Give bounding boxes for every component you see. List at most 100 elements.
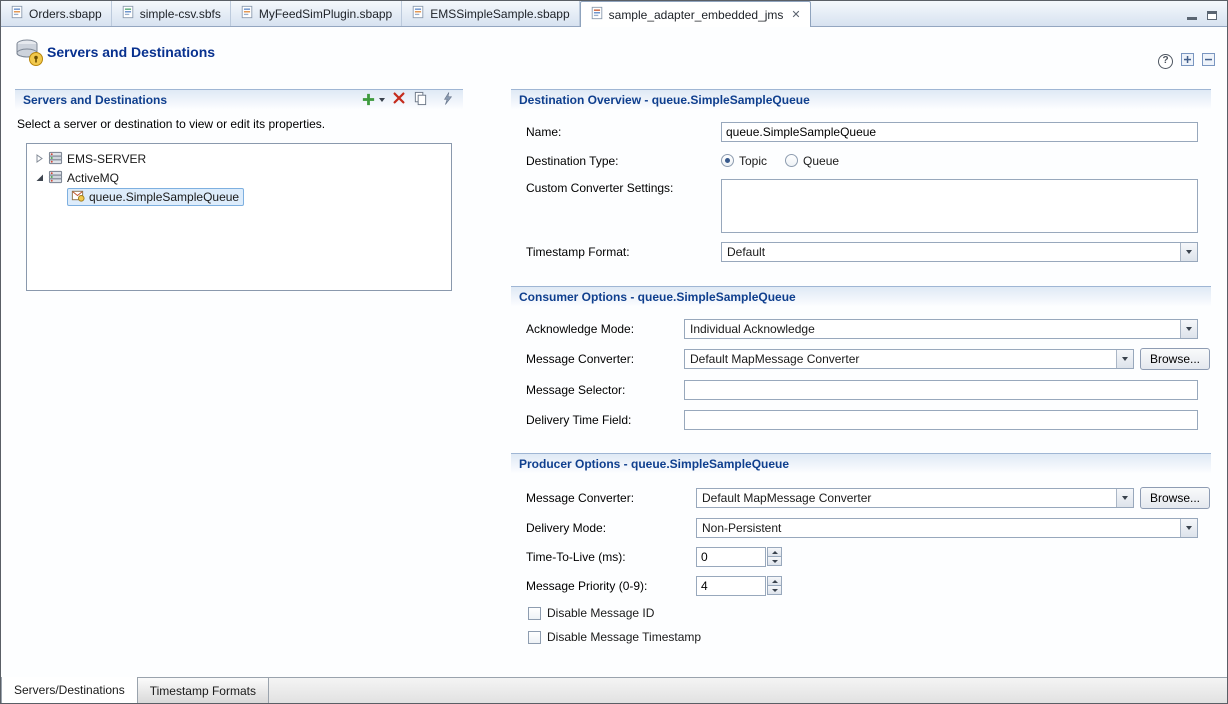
editor-tab-bar: Orders.sbapp simple-csv.sbfs MyFeedSimPl… [1,1,1227,27]
message-selector-input[interactable] [684,380,1198,400]
chevron-down-icon[interactable] [1180,519,1197,537]
chevron-expanded-icon[interactable] [35,173,44,182]
tree-item-queue-simplesamplequeue[interactable]: queue.SimpleSampleQueue [27,187,451,206]
editor-tab-label: sample_adapter_embedded_jms [609,8,784,22]
chevron-down-icon[interactable] [1180,320,1197,338]
producer-message-converter-label: Message Converter: [526,491,696,505]
close-tab-icon[interactable]: ✕ [788,8,800,21]
tab-servers-destinations[interactable]: Servers/Destinations [1,677,138,703]
expand-sections-icon[interactable] [1181,53,1194,69]
delivery-mode-combo[interactable]: Non-Persistent [696,518,1198,538]
section-title: Producer Options - queue.SimpleSampleQue… [519,457,789,471]
time-to-live-label: Time-To-Live (ms): [526,550,696,564]
server-icon [48,169,63,187]
tree-item-ems-server[interactable]: EMS-SERVER [27,149,451,168]
consumer-options-header: Consumer Options - queue.SimpleSampleQue… [511,286,1211,306]
producer-browse-button[interactable]: Browse... [1140,487,1210,509]
file-icon [590,6,604,23]
chevron-down-icon[interactable] [1116,350,1133,368]
page-title: Servers and Destinations [47,44,215,60]
disable-message-id-label: Disable Message ID [547,606,654,620]
message-priority-spinner [696,576,782,596]
editor-tab-emssimplesample[interactable]: EMSSimpleSample.sbapp [402,1,579,26]
disable-message-timestamp-checkbox[interactable] [528,631,541,644]
servers-destinations-panel: Servers and Destinations Select a server… [15,89,463,291]
add-dropdown-caret-icon[interactable] [379,98,385,102]
copy-button[interactable] [413,91,428,109]
maximize-icon[interactable] [1207,11,1217,20]
servers-destinations-section-header: Servers and Destinations [15,89,463,109]
topic-radio-item: Topic [721,154,767,168]
disable-message-timestamp-label: Disable Message Timestamp [547,630,701,644]
bottom-tab-bar: Servers/Destinations Timestamp Formats [1,677,1227,703]
chevron-down-icon[interactable] [1116,489,1133,507]
tree-item-label: ActiveMQ [67,171,119,185]
combo-value: Individual Acknowledge [685,320,1180,338]
help-icon[interactable]: ? [1158,54,1173,69]
collapse-sections-icon[interactable] [1202,53,1215,69]
bottom-tab-label: Timestamp Formats [150,684,256,698]
destination-type-label: Destination Type: [526,154,721,168]
servers-tree: EMS-SERVER ActiveMQ queue.SimpleSampleQu… [26,143,452,291]
chevron-collapsed-icon[interactable] [35,154,44,163]
combo-value: Default [722,243,1180,261]
consumer-browse-button[interactable]: Browse... [1140,348,1210,370]
delivery-time-field-label: Delivery Time Field: [526,413,684,427]
tab-timestamp-formats[interactable]: Timestamp Formats [138,678,269,703]
editor-tab-sample-adapter-embedded-jms[interactable]: sample_adapter_embedded_jms ✕ [580,1,811,27]
consumer-message-converter-combo[interactable]: Default MapMessage Converter [684,349,1134,369]
topic-radio[interactable] [721,154,734,167]
time-to-live-input[interactable] [696,547,766,567]
custom-converter-settings-textarea[interactable] [721,179,1198,233]
page-header: Servers and Destinations ? [1,27,1227,81]
tree-item-activemq[interactable]: ActiveMQ [27,168,451,187]
view-controls [1187,11,1227,26]
delete-button[interactable] [392,91,406,108]
bottom-tab-label: Servers/Destinations [14,683,125,697]
name-input[interactable] [721,122,1198,142]
delivery-time-field-input[interactable] [684,410,1198,430]
timestamp-format-combo[interactable]: Default [721,242,1198,262]
selected-tree-item[interactable]: queue.SimpleSampleQueue [67,188,244,206]
producer-options-header: Producer Options - queue.SimpleSampleQue… [511,453,1211,473]
combo-value: Non-Persistent [697,519,1180,537]
file-icon [411,5,425,22]
producer-message-converter-combo[interactable]: Default MapMessage Converter [696,488,1134,508]
timestamp-format-label: Timestamp Format: [526,245,721,259]
chevron-down-icon[interactable] [1180,243,1197,261]
spinner-down-icon[interactable] [767,556,782,566]
message-selector-label: Message Selector: [526,383,684,397]
instruction-text: Select a server or destination to view o… [17,117,463,131]
editor-tab-myfeedsimplugin[interactable]: MyFeedSimPlugin.sbapp [231,1,402,26]
disable-message-id-checkbox[interactable] [528,607,541,620]
tree-item-label: EMS-SERVER [67,152,146,166]
queue-icon [70,188,85,206]
minimize-icon[interactable] [1187,11,1197,20]
servers-toolbar [361,91,463,109]
lightning-icon[interactable] [441,91,455,109]
queue-radio[interactable] [785,154,798,167]
file-icon [10,5,24,22]
application-window: Orders.sbapp simple-csv.sbfs MyFeedSimPl… [0,0,1228,704]
delivery-mode-label: Delivery Mode: [526,521,696,535]
acknowledge-mode-combo[interactable]: Individual Acknowledge [684,319,1198,339]
producer-options-section: Producer Options - queue.SimpleSampleQue… [511,453,1211,652]
spinner-down-icon[interactable] [767,585,782,595]
consumer-message-converter-label: Message Converter: [526,352,684,366]
combo-value: Default MapMessage Converter [697,489,1116,507]
editor-tab-orders[interactable]: Orders.sbapp [1,1,112,26]
editor-tab-simple-csv[interactable]: simple-csv.sbfs [112,1,231,26]
combo-value: Default MapMessage Converter [685,350,1116,368]
acknowledge-mode-label: Acknowledge Mode: [526,322,684,336]
file-icon [121,5,135,22]
section-title: Servers and Destinations [23,93,167,107]
message-priority-label: Message Priority (0-9): [526,579,696,593]
message-priority-input[interactable] [696,576,766,596]
queue-radio-label: Queue [803,154,839,168]
topic-radio-label: Topic [739,154,767,168]
editor-tab-label: simple-csv.sbfs [140,7,221,21]
add-server-button[interactable] [361,92,385,107]
name-label: Name: [526,125,721,139]
consumer-options-section: Consumer Options - queue.SimpleSampleQue… [511,286,1211,438]
queue-radio-item: Queue [785,154,839,168]
